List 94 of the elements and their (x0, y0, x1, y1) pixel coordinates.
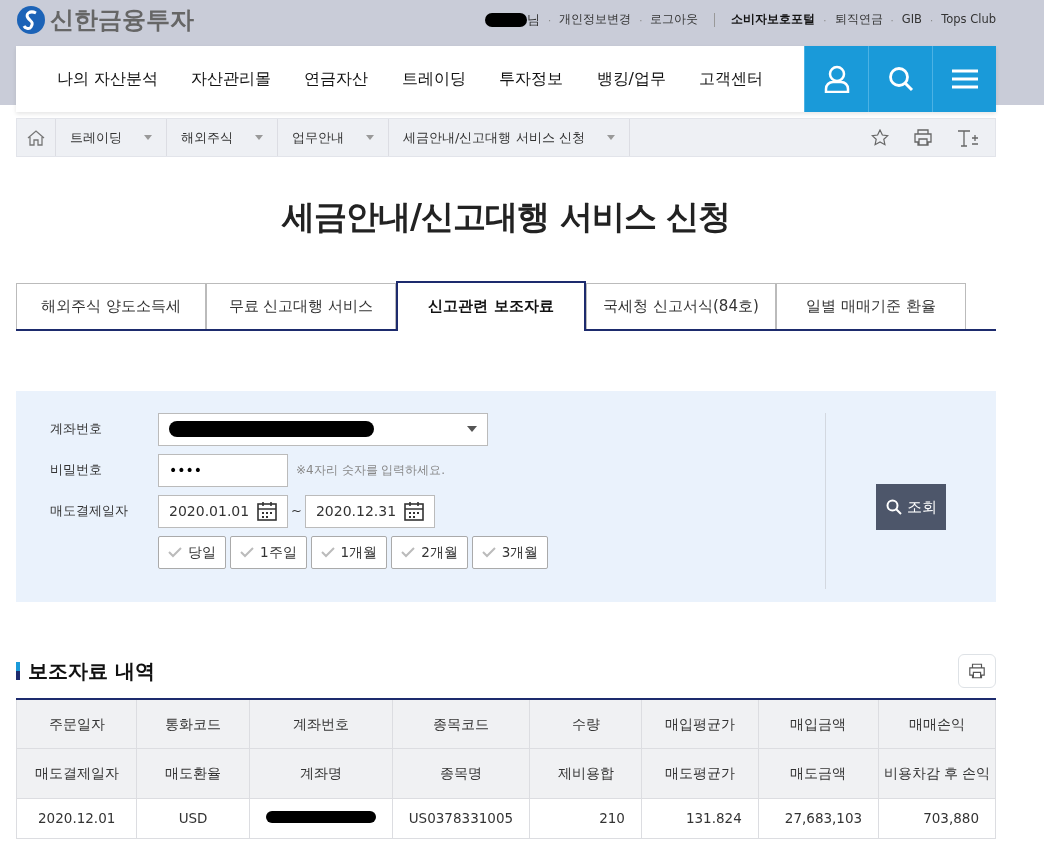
tab[interactable]: 해외주식 양도소득세 (16, 282, 206, 329)
column-header: 수량 (529, 698, 642, 749)
range-separator: ~ (291, 502, 302, 521)
check-icon (320, 546, 335, 558)
breadcrumb-item[interactable]: 세금안내/신고대행 서비스 신청 (389, 119, 630, 156)
table-cell: USD (136, 798, 250, 839)
logo-text: 신한금융투자 (50, 5, 194, 36)
column-header: 종목코드 (392, 698, 530, 749)
menu-button[interactable] (932, 46, 996, 112)
tab[interactable]: 국세청 신고서식(84호) (586, 282, 776, 329)
period-button[interactable]: 3개월 (471, 535, 549, 569)
util-link[interactable]: Tops Club (941, 11, 996, 29)
column-header: 제비용합 (529, 748, 642, 799)
tab[interactable]: 일별 매매기준 환율 (776, 282, 966, 329)
field-label: 계좌번호 (50, 420, 103, 439)
tab[interactable]: 무료 신고대행 서비스 (206, 282, 396, 329)
print-icon[interactable] (913, 129, 933, 146)
separator-dot: · (823, 13, 827, 28)
table-cell: 703,880 (878, 798, 996, 839)
date-field[interactable]: 2020.12.31 (304, 494, 435, 528)
period-button[interactable]: 1개월 (310, 535, 388, 569)
caret-icon (366, 135, 374, 140)
page-title: 세금안내/신고대행 서비스 신청 (280, 197, 731, 237)
column-header: 비용차감 후 손익 (878, 748, 996, 799)
period-button[interactable]: 2개월 (391, 535, 468, 569)
star-icon[interactable] (871, 129, 889, 146)
breadcrumb-item[interactable]: 해외주식 (167, 119, 278, 156)
search-button[interactable]: 조회 (876, 484, 946, 531)
user-button[interactable] (804, 46, 868, 112)
separator-dot: · (929, 13, 934, 28)
util-link[interactable]: 개인정보변경 (559, 11, 632, 29)
nav-item[interactable]: 트레이딩 (401, 67, 466, 91)
nav-item[interactable]: 고객센터 (699, 67, 764, 91)
column-header: 매도환율 (136, 748, 250, 799)
nav-item[interactable]: 뱅킹/업무 (596, 67, 666, 91)
column-header: 계좌번호 (249, 698, 393, 749)
period-button[interactable]: 당일 (158, 535, 226, 569)
column-header: 매도평균가 (641, 748, 759, 799)
separator-dot: · (890, 13, 894, 28)
column-header: 통화코드 (136, 698, 250, 749)
period-button[interactable]: 1주일 (230, 535, 307, 569)
table-cell: 210 (529, 798, 642, 839)
calendar-icon[interactable] (257, 501, 277, 522)
menu-icon (951, 69, 978, 89)
nav-item[interactable]: 나의 자산분석 (56, 67, 158, 91)
column-header: 계좌명 (249, 748, 393, 799)
search-icon (885, 499, 902, 516)
field-label: 비밀번호 (50, 461, 103, 480)
breadcrumb-item[interactable]: 트레이딩 (56, 119, 167, 156)
separator-dot: · (548, 13, 552, 28)
column-header: 주문일자 (16, 698, 137, 749)
user-suffix: 님 (527, 11, 540, 30)
table-cell: 131.824 (641, 798, 759, 839)
search-button[interactable] (868, 46, 932, 112)
util-link[interactable]: 로그아웃 (650, 11, 699, 29)
table-cell: US0378331005 (392, 798, 530, 839)
caret-icon (606, 135, 615, 140)
util-link[interactable]: 퇴직연금 (834, 11, 883, 29)
column-header: 매입평균가 (641, 698, 759, 749)
section-title: 보조자료 내역 (28, 657, 155, 685)
breadcrumb-item[interactable]: 업무안내 (278, 119, 389, 156)
table-cell: 2020.12.01 (16, 798, 137, 839)
check-icon (168, 546, 182, 558)
logo-icon (16, 5, 46, 35)
section-marker (16, 661, 20, 680)
separator-dot: · (639, 13, 643, 28)
nav-item[interactable]: 자산관리몰 (191, 67, 272, 91)
print-icon (968, 663, 986, 680)
util-link[interactable]: GIB (901, 11, 922, 29)
nav-item[interactable]: 연금자산 (304, 67, 369, 91)
caret-icon (467, 426, 477, 433)
table-cell: 27,683,103 (758, 798, 879, 839)
search-icon (887, 66, 914, 92)
field-label: 매도결제일자 (50, 502, 129, 521)
user-icon (823, 65, 850, 93)
check-icon (240, 546, 254, 558)
column-header: 매매손익 (878, 698, 996, 749)
check-icon (481, 546, 496, 558)
tab[interactable]: 신고관련 보조자료 (396, 280, 586, 331)
hint-text: ※4자리 숫자를 입력하세요. (296, 462, 446, 480)
print-button[interactable] (958, 653, 996, 688)
column-header: 매입금액 (758, 698, 879, 749)
check-icon (401, 546, 416, 558)
caret-icon (144, 135, 152, 140)
util-link[interactable]: 소비자보호포털 (731, 11, 816, 29)
nav-item[interactable]: 투자정보 (499, 67, 564, 91)
date-field[interactable]: 2020.01.01 (158, 494, 288, 528)
caret-icon (255, 135, 263, 140)
password-field[interactable]: •••• (158, 453, 288, 487)
calendar-icon[interactable] (403, 501, 424, 522)
column-header: 매도금액 (758, 748, 879, 799)
column-header: 종목명 (392, 748, 530, 799)
text-size-icon[interactable] (957, 128, 979, 147)
column-header: 매도결제일자 (16, 748, 137, 799)
